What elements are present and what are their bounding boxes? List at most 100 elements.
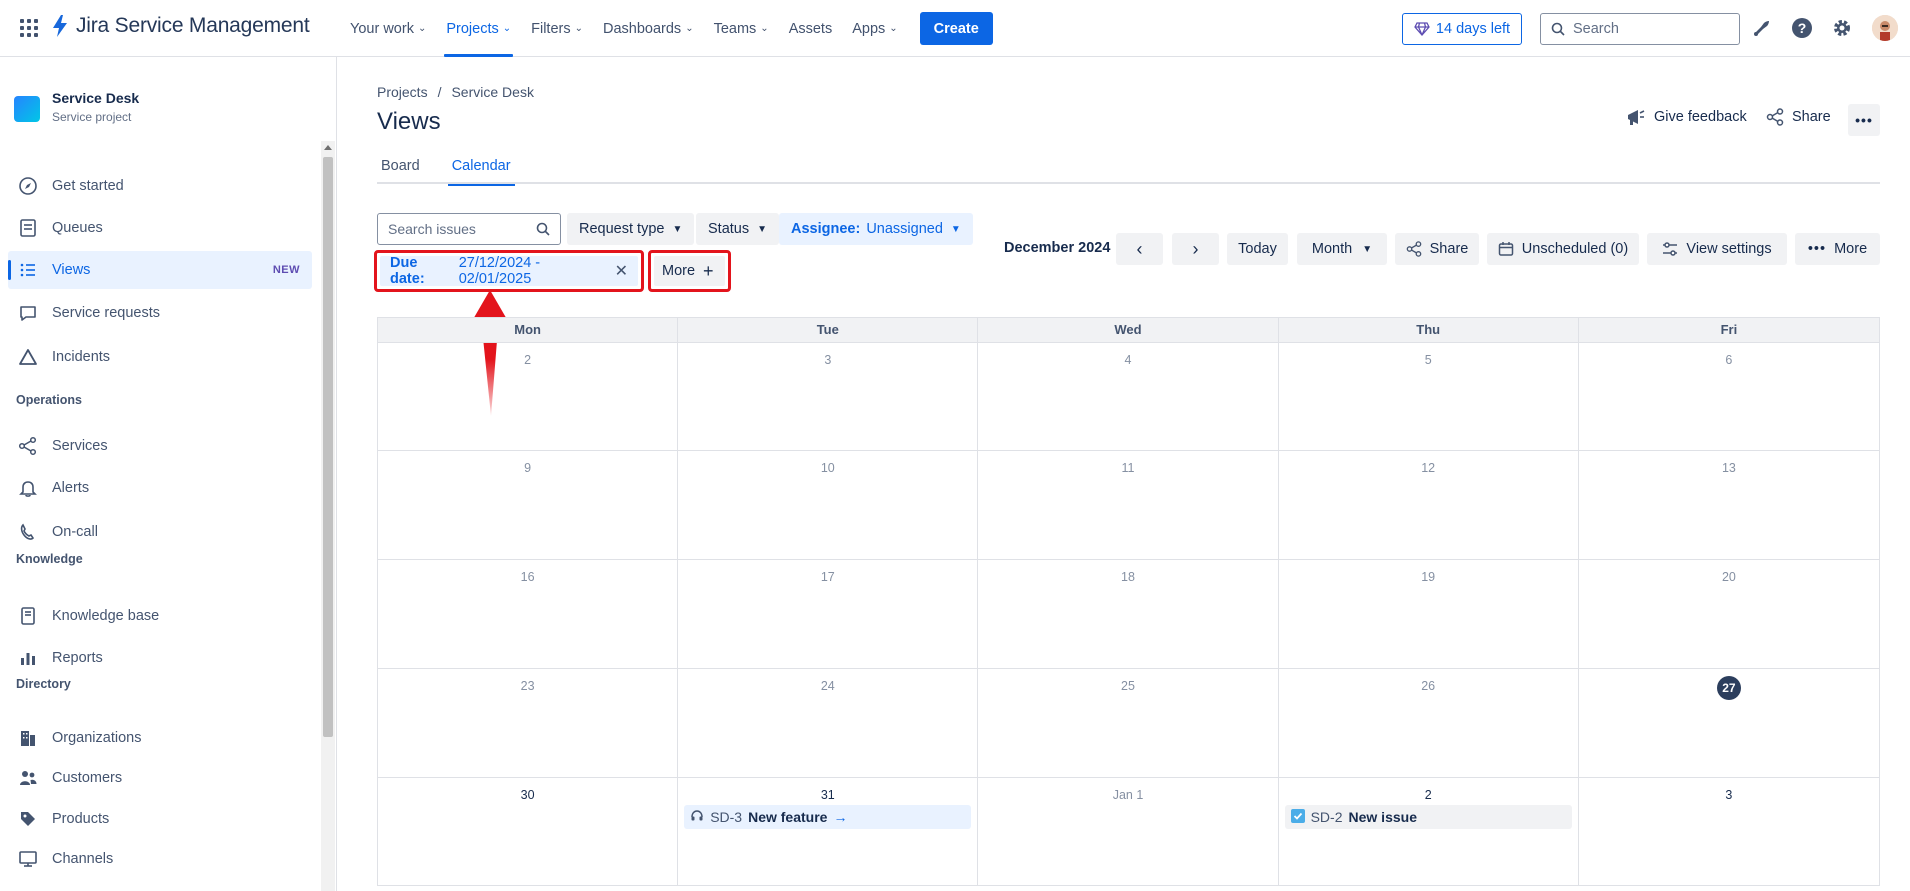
sidebar-scrollbar[interactable] <box>321 141 335 891</box>
clear-filter-close-icon[interactable]: ✕ <box>615 261 628 281</box>
nav-dashboards[interactable]: Dashboards ⌄ <box>593 0 704 57</box>
view-settings-label: View settings <box>1686 241 1772 257</box>
calendar-day-cell[interactable]: 19 <box>1279 560 1579 668</box>
calendar-day-cell[interactable]: 2 SD-2 New issue <box>1279 778 1579 885</box>
calendar-week-row: 23 24 25 26 27 <box>377 669 1880 778</box>
headset-icon <box>690 809 704 826</box>
calendar-day-cell[interactable]: 31 SD-3 New feature → <box>678 778 979 885</box>
nav-assets[interactable]: Assets <box>779 0 843 57</box>
calendar-day-cell[interactable]: 27 <box>1579 669 1879 777</box>
calendar-day-cell[interactable]: 12 <box>1279 451 1579 559</box>
calendar-more-button[interactable]: ••• More <box>1795 233 1880 265</box>
calendar-day-cell[interactable]: 16 <box>378 560 679 668</box>
settings-gear-icon[interactable] <box>1831 17 1853 39</box>
status-filter[interactable]: Status ▼ <box>696 213 780 245</box>
search-placeholder: Search <box>1573 21 1619 37</box>
calendar-day-cell[interactable]: 23 <box>378 669 679 777</box>
calendar-day-cell[interactable]: 4 <box>978 343 1279 450</box>
sidebar-item-add-people[interactable]: Add people <box>8 879 312 891</box>
sidebar-item-get-started[interactable]: Get started <box>8 167 312 205</box>
notifications-icon[interactable] <box>1751 17 1773 39</box>
breadcrumb-projects[interactable]: Projects <box>377 84 428 100</box>
scroll-up-icon[interactable] <box>324 145 332 150</box>
sidebar-item-customers[interactable]: Customers <box>8 759 312 797</box>
project-header[interactable]: Service Desk Service project <box>14 90 139 124</box>
event-title: New feature <box>748 809 828 825</box>
nav-filters[interactable]: Filters ⌄ <box>521 0 593 57</box>
sidebar-item-queues[interactable]: Queues <box>8 209 312 247</box>
global-search-input[interactable]: Search <box>1540 13 1740 45</box>
view-settings-button[interactable]: View settings <box>1647 233 1787 265</box>
calendar-day-cell[interactable]: 26 <box>1279 669 1579 777</box>
calendar-week-row: 2 3 4 5 6 <box>377 343 1880 451</box>
nav-your-work[interactable]: Your work ⌄ <box>340 0 436 57</box>
calendar-day-cell[interactable]: 10 <box>678 451 979 559</box>
calendar-day-cell[interactable]: 9 <box>378 451 679 559</box>
sidebar-item-reports[interactable]: Reports <box>8 639 312 677</box>
search-issues-placeholder: Search issues <box>388 221 476 237</box>
sidebar-item-views[interactable]: Views NEW <box>8 251 312 289</box>
calendar-event[interactable]: SD-3 New feature → <box>684 805 972 829</box>
user-avatar[interactable] <box>1872 15 1898 41</box>
view-mode-select[interactable]: Month ▼ <box>1297 233 1387 265</box>
sidebar-item-label: Alerts <box>52 480 90 496</box>
calendar-week-row: 16 17 18 19 20 <box>377 560 1880 669</box>
sidebar-item-channels[interactable]: Channels <box>8 840 312 878</box>
tab-board[interactable]: Board <box>377 158 424 184</box>
calendar-day-cell[interactable]: 6 <box>1579 343 1879 450</box>
calendar-share-label: Share <box>1429 241 1469 257</box>
unscheduled-button[interactable]: Unscheduled (0) <box>1487 233 1639 265</box>
calendar-day-cell[interactable]: 2 <box>378 343 679 450</box>
header-share-button[interactable]: Share <box>1766 108 1831 126</box>
calendar-day-cell[interactable]: 3 <box>678 343 979 450</box>
sidebar-item-products[interactable]: Products <box>8 800 312 838</box>
calendar-event[interactable]: SD-2 New issue <box>1284 805 1572 829</box>
calendar-day-cell[interactable]: 5 <box>1279 343 1579 450</box>
calendar-day-cell[interactable]: 17 <box>678 560 979 668</box>
sidebar-item-organizations[interactable]: Organizations <box>8 719 312 757</box>
calendar-day-cell[interactable]: 20 <box>1579 560 1879 668</box>
sidebar-item-services[interactable]: Services <box>8 427 312 465</box>
search-issues-input[interactable]: Search issues <box>377 213 561 245</box>
next-month-button[interactable]: › <box>1172 233 1219 265</box>
calendar-day-cell[interactable]: 13 <box>1579 451 1879 559</box>
calendar-day-cell[interactable]: 18 <box>978 560 1279 668</box>
breadcrumb-separator: / <box>437 84 442 100</box>
help-icon[interactable]: ? <box>1791 17 1813 39</box>
nav-teams[interactable]: Teams ⌄ <box>704 0 779 57</box>
tab-calendar[interactable]: Calendar <box>447 158 515 186</box>
create-button[interactable]: Create <box>919 12 993 45</box>
weekday-wed: Wed <box>978 318 1279 342</box>
view-mode-label: Month <box>1311 241 1353 257</box>
sidebar-item-alerts[interactable]: Alerts <box>8 469 312 507</box>
nav-projects[interactable]: Projects ⌄ <box>436 0 521 57</box>
sliders-icon <box>1663 242 1678 256</box>
calendar-share-button[interactable]: Share <box>1395 233 1479 265</box>
give-feedback-button[interactable]: Give feedback <box>1626 108 1747 126</box>
calendar-day-cell[interactable]: 25 <box>978 669 1279 777</box>
calendar-day-cell[interactable]: 3 <box>1579 778 1879 885</box>
sidebar-item-incidents[interactable]: Incidents <box>8 338 312 376</box>
product-logo[interactable]: Jira Service Management <box>50 14 310 38</box>
calendar-day-cell[interactable]: 11 <box>978 451 1279 559</box>
more-filters-button[interactable]: More + <box>654 256 725 286</box>
calendar-day-cell[interactable]: 30 <box>378 778 679 885</box>
sidebar-item-on-call[interactable]: On-call <box>8 513 312 551</box>
nav-apps[interactable]: Apps ⌄ <box>842 0 907 57</box>
sidebar-item-service-requests[interactable]: Service requests <box>8 294 312 332</box>
calendar-day-cell[interactable]: 24 <box>678 669 979 777</box>
project-type: Service project <box>52 110 132 124</box>
previous-month-button[interactable]: ‹ <box>1116 233 1163 265</box>
scrollbar-thumb[interactable] <box>323 157 333 737</box>
request-type-filter[interactable]: Request type ▼ <box>567 213 695 245</box>
more-actions-icon[interactable]: ••• <box>1848 104 1880 136</box>
chat-icon <box>18 303 38 323</box>
assignee-filter[interactable]: Assignee: Unassigned ▼ <box>779 213 973 245</box>
calendar-day-cell[interactable]: Jan 1 <box>978 778 1279 885</box>
trial-button[interactable]: 14 days left <box>1402 13 1522 45</box>
sidebar-item-knowledge-base[interactable]: Knowledge base <box>8 597 312 635</box>
due-date-filter[interactable]: Due date: 27/12/2024 - 02/01/2025 ✕ <box>380 255 638 287</box>
app-switcher-icon[interactable] <box>20 19 38 37</box>
breadcrumb-service-desk[interactable]: Service Desk <box>451 84 533 100</box>
today-button[interactable]: Today <box>1227 233 1288 265</box>
